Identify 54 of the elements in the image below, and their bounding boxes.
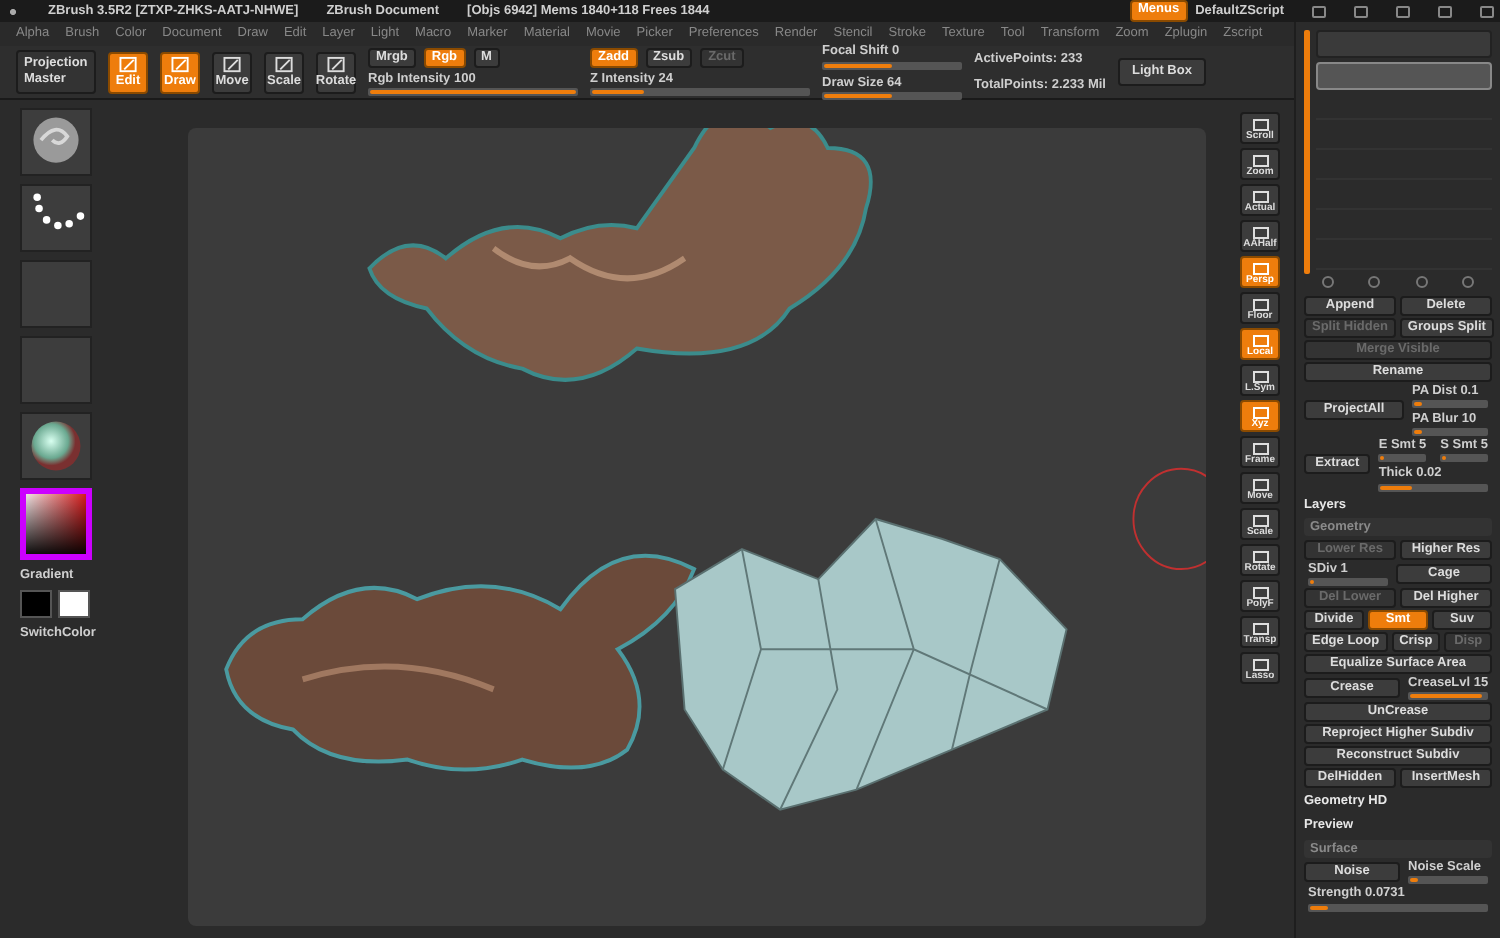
window-control-icon[interactable] <box>1354 5 1368 17</box>
slider-track[interactable] <box>822 61 962 69</box>
window-control-icon[interactable] <box>1396 5 1410 17</box>
scrollbar[interactable] <box>1304 30 1310 274</box>
slider-track[interactable] <box>1440 454 1488 463</box>
slider-track[interactable] <box>1378 454 1427 463</box>
secondary-color-swatch[interactable] <box>58 590 90 619</box>
shelf-glyph-icon <box>1251 298 1269 312</box>
slider-track[interactable] <box>1378 483 1488 492</box>
window-control-icon[interactable] <box>1480 5 1494 17</box>
slider-track[interactable] <box>1308 577 1388 586</box>
shelf-glyph-icon <box>1251 478 1269 492</box>
slider-track[interactable] <box>1408 876 1488 885</box>
shelf-glyph-icon <box>1251 370 1269 384</box>
tool-glyph-icon <box>221 55 243 74</box>
window-control-icon[interactable] <box>1438 5 1452 17</box>
subtool-thumbnail[interactable] <box>1316 30 1492 58</box>
shelf-glyph-icon <box>1251 586 1269 600</box>
tool-glyph-icon <box>169 55 191 74</box>
shelf-glyph-icon <box>1251 262 1269 276</box>
slider-track[interactable] <box>1412 428 1488 437</box>
slider-track[interactable] <box>1308 903 1488 912</box>
window-control-icon[interactable] <box>1312 5 1326 17</box>
shelf-glyph-icon <box>1251 406 1269 420</box>
brush-cursor-icon <box>1132 467 1206 571</box>
shelf-glyph-icon <box>1251 190 1269 204</box>
tool-glyph-icon <box>273 55 295 74</box>
shelf-glyph-icon <box>1251 658 1269 672</box>
subtool-toggle-icon[interactable] <box>1321 276 1334 288</box>
shelf-glyph-icon <box>1251 514 1269 528</box>
color-picker[interactable] <box>20 488 92 560</box>
slider-track[interactable] <box>822 91 962 100</box>
slider-track[interactable] <box>590 88 810 97</box>
subtool-thumbnail[interactable] <box>1316 62 1492 90</box>
shelf-glyph-icon <box>1251 334 1269 348</box>
main-color-swatch[interactable] <box>20 590 52 619</box>
shelf-glyph-icon <box>1251 550 1269 564</box>
tool-glyph-icon <box>117 55 139 74</box>
tool-glyph-icon <box>325 55 347 74</box>
empty-texture-tile[interactable] <box>20 336 92 404</box>
shelf-glyph-icon <box>1251 622 1269 636</box>
empty-alpha-tile[interactable] <box>20 260 92 328</box>
dotted-stroke-icon[interactable] <box>20 184 92 252</box>
slider-track[interactable] <box>1412 400 1488 409</box>
app-logo-icon <box>6 5 20 17</box>
shelf-glyph-icon <box>1251 154 1269 168</box>
slider-track[interactable] <box>1408 691 1488 700</box>
shelf-glyph-icon <box>1251 442 1269 456</box>
shelf-glyph-icon <box>1251 226 1269 240</box>
shelf-glyph-icon <box>1251 118 1269 132</box>
subtool-toggle-icon[interactable] <box>1462 276 1475 288</box>
document-canvas[interactable] <box>188 128 1206 926</box>
subtool-toggle-icon[interactable] <box>1368 276 1381 288</box>
subtool-toggle-icon[interactable] <box>1415 276 1428 288</box>
